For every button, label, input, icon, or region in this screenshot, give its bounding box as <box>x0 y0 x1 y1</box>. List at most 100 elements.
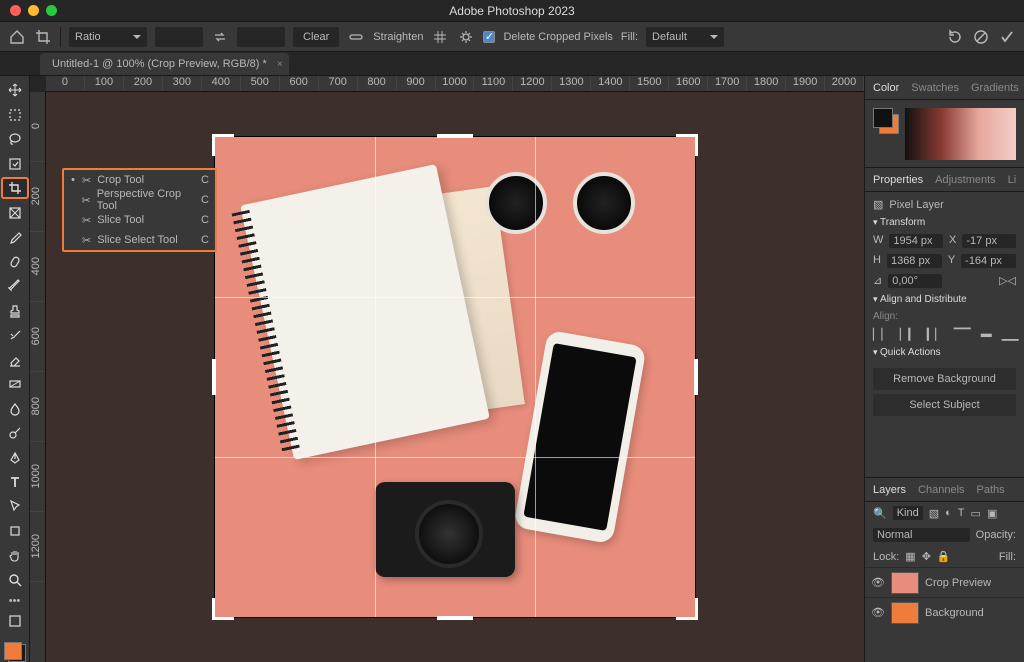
ratio-mode-select[interactable]: Ratio <box>69 27 147 47</box>
remove-background-button[interactable]: Remove Background <box>873 368 1016 390</box>
delete-cropped-checkbox[interactable]: ✓ <box>483 31 495 43</box>
visibility-icon[interactable]: 👁 <box>871 576 885 589</box>
visibility-icon[interactable]: 👁 <box>871 606 885 619</box>
tab-properties[interactable]: Properties <box>873 174 923 186</box>
pen-tool[interactable] <box>2 447 28 467</box>
layer-row[interactable]: 👁 Background <box>865 597 1024 627</box>
tab-layers[interactable]: Layers <box>873 484 906 496</box>
height-field[interactable]: 1368 px <box>887 254 942 268</box>
ratio-width-input[interactable] <box>155 27 203 47</box>
swap-icon[interactable] <box>211 28 229 46</box>
angle-field[interactable]: 0,00° <box>888 274 941 288</box>
fg-bg-swatch[interactable] <box>4 642 26 662</box>
layer-thumbnail[interactable] <box>891 572 919 594</box>
document-image[interactable] <box>215 137 695 617</box>
align-hcenter-icon[interactable]: ▏▎ <box>900 328 917 341</box>
clear-button[interactable]: Clear <box>293 27 339 47</box>
edit-toolbar-icon[interactable] <box>2 611 28 631</box>
cancel-icon[interactable] <box>972 28 990 46</box>
flyout-item[interactable]: • ✂ Crop Tool C <box>64 170 215 190</box>
close-tab-icon[interactable]: × <box>277 59 283 70</box>
home-icon[interactable] <box>8 28 26 46</box>
flyout-item[interactable]: ✂ Slice Select Tool C <box>64 230 215 250</box>
eyedropper-tool[interactable] <box>2 227 28 247</box>
fill-select[interactable]: Default <box>646 27 724 47</box>
layer-name[interactable]: Background <box>925 607 1018 619</box>
commit-icon[interactable] <box>998 28 1016 46</box>
align-vcenter-icon[interactable]: ▬ <box>981 328 992 341</box>
blend-mode-select[interactable]: Normal <box>873 528 970 542</box>
tab-swatches[interactable]: Swatches <box>911 82 959 94</box>
marquee-tool[interactable] <box>2 104 28 124</box>
align-right-icon[interactable]: ▎▏ <box>927 328 944 341</box>
history-brush-tool[interactable] <box>2 325 28 345</box>
tab-channels[interactable]: Channels <box>918 484 964 496</box>
tab-gradients[interactable]: Gradients <box>971 82 1019 94</box>
quick-actions-section[interactable]: Quick Actions <box>873 347 1016 358</box>
move-tool[interactable] <box>2 80 28 100</box>
x-field[interactable]: -17 px <box>962 234 1016 248</box>
align-bottom-icon[interactable]: ▁▁ <box>1002 328 1019 341</box>
filter-smart-icon[interactable]: ▣ <box>987 507 997 520</box>
align-top-icon[interactable]: ▔▔ <box>954 328 971 341</box>
dodge-tool[interactable] <box>2 423 28 443</box>
level-icon[interactable] <box>347 28 365 46</box>
crop-handle-b[interactable] <box>437 616 473 620</box>
crop-handle-tr[interactable] <box>676 134 698 156</box>
reset-icon[interactable] <box>946 28 964 46</box>
stamp-tool[interactable] <box>2 300 28 320</box>
filter-pixel-icon[interactable]: ▧ <box>929 507 939 520</box>
selection-tool[interactable] <box>2 153 28 173</box>
lock-all-icon[interactable]: 🔒 <box>937 550 951 563</box>
crop-handle-br[interactable] <box>676 598 698 620</box>
y-field[interactable]: -164 px <box>961 254 1016 268</box>
crop-handle-t[interactable] <box>437 134 473 138</box>
tab-color[interactable]: Color <box>873 82 899 94</box>
layer-row[interactable]: 👁 Crop Preview <box>865 567 1024 597</box>
crop-handle-bl[interactable] <box>212 598 234 620</box>
lock-position-icon[interactable]: ✥ <box>922 550 931 563</box>
filter-icon[interactable]: 🔍 <box>873 507 887 520</box>
align-section[interactable]: Align and Distribute <box>873 294 1016 305</box>
width-field[interactable]: 1954 px <box>889 234 943 248</box>
lasso-tool[interactable] <box>2 129 28 149</box>
filter-adjust-icon[interactable]: ◐ <box>945 507 952 519</box>
color-ramp[interactable] <box>905 108 1016 160</box>
type-tool[interactable] <box>2 472 28 492</box>
crop-handle-l[interactable] <box>212 359 216 395</box>
filter-type-icon[interactable]: T <box>958 507 965 519</box>
crop-handle-tl[interactable] <box>212 134 234 156</box>
filter-kind-select[interactable]: Kind <box>893 506 923 520</box>
path-select-tool[interactable] <box>2 496 28 516</box>
brush-tool[interactable] <box>2 276 28 296</box>
more-tools-icon[interactable]: ••• <box>2 594 28 607</box>
gear-icon[interactable] <box>457 28 475 46</box>
hand-tool[interactable] <box>2 545 28 565</box>
gradient-tool[interactable] <box>2 374 28 394</box>
fg-bg-mini-swatch[interactable] <box>873 108 899 134</box>
eraser-tool[interactable] <box>2 349 28 369</box>
blur-tool[interactable] <box>2 398 28 418</box>
tab-paths[interactable]: Paths <box>977 484 1005 496</box>
transform-section[interactable]: Transform <box>873 217 1016 228</box>
layer-name[interactable]: Crop Preview <box>925 577 1018 589</box>
flyout-item[interactable]: ✂ Slice Tool C <box>64 210 215 230</box>
crop-handle-r[interactable] <box>694 359 698 395</box>
document-tab[interactable]: Untitled-1 @ 100% (Crop Preview, RGB/8) … <box>40 53 289 75</box>
shape-tool[interactable] <box>2 521 28 541</box>
crop-tool[interactable] <box>2 178 28 198</box>
flip-h-icon[interactable]: ▷◁ <box>999 274 1016 288</box>
zoom-tool[interactable] <box>2 570 28 590</box>
overlay-grid-icon[interactable] <box>431 28 449 46</box>
heal-tool[interactable] <box>2 251 28 271</box>
flyout-item[interactable]: ✂ Perspective Crop Tool C <box>64 190 215 210</box>
frame-tool[interactable] <box>2 202 28 222</box>
lock-pixels-icon[interactable]: ▦ <box>905 550 915 563</box>
select-subject-button[interactable]: Select Subject <box>873 394 1016 416</box>
layer-thumbnail[interactable] <box>891 602 919 624</box>
tab-adjustments[interactable]: Adjustments <box>935 174 996 186</box>
filter-shape-icon[interactable]: ▭ <box>971 507 981 520</box>
tab-libraries[interactable]: Libraries <box>1008 174 1016 186</box>
align-left-icon[interactable]: ▏▏ <box>873 328 890 341</box>
ratio-height-input[interactable] <box>237 27 285 47</box>
